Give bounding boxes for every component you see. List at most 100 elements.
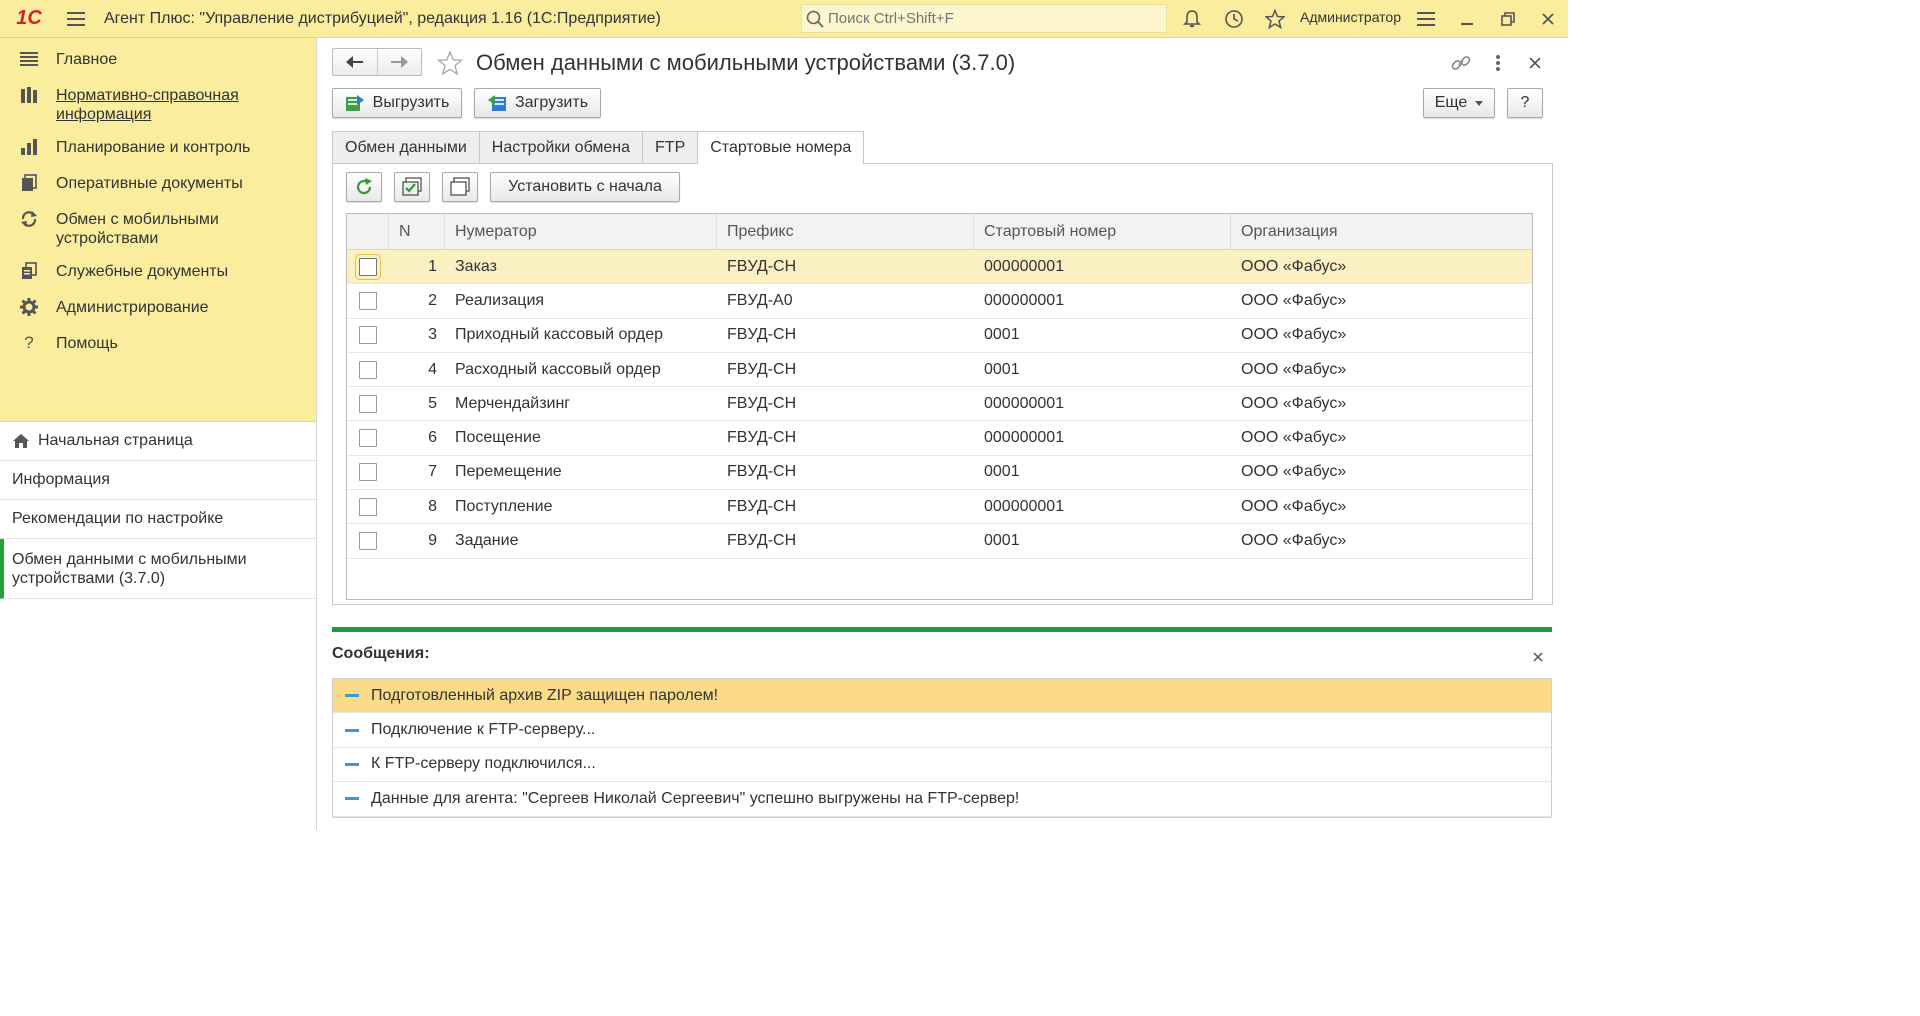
cell-organization[interactable]: ООО «Фабус» xyxy=(1231,387,1532,420)
table-row[interactable]: 3 Приходный кассовый ордер FBУД-СН 0001 ООО … xyxy=(347,319,1532,353)
open-window-recommendations[interactable]: Рекомендации по настройке xyxy=(0,500,316,539)
main-menu-icon[interactable] xyxy=(58,0,94,38)
cell-n[interactable]: 9 xyxy=(389,524,445,557)
cell-start-number[interactable]: 000000001 xyxy=(974,284,1231,317)
cell-prefix[interactable]: FBУД-СН xyxy=(717,319,974,352)
cell-n[interactable]: 6 xyxy=(389,421,445,454)
cell-organization[interactable]: ООО «Фабус» xyxy=(1231,284,1532,317)
cell-n[interactable]: 4 xyxy=(389,353,445,386)
table-row[interactable]: 8 Поступление FBУД-СН 000000001 ООО «Фабус» xyxy=(347,490,1532,525)
sidebar-item-main[interactable]: Главное xyxy=(0,42,316,78)
sidebar-item-planning[interactable]: Планирование и контроль xyxy=(0,130,316,166)
message-item[interactable]: Данные для агента: "Сергеев Николай Серг… xyxy=(333,782,1551,817)
back-button[interactable] xyxy=(333,49,377,75)
cell-organization[interactable]: ООО «Фабус» xyxy=(1231,524,1532,557)
cell-n[interactable]: 3 xyxy=(389,319,445,352)
settings-menu-icon[interactable] xyxy=(1408,0,1444,38)
upload-button[interactable]: Выгрузить xyxy=(332,88,462,118)
check-all-button[interactable] xyxy=(394,172,430,202)
cell-organization[interactable]: ООО «Фабус» xyxy=(1231,353,1532,386)
message-item[interactable]: К FTP-серверу подключился... xyxy=(333,748,1551,783)
row-checkbox-box[interactable] xyxy=(359,463,377,482)
cell-prefix[interactable]: FBУД-А0 xyxy=(717,284,974,317)
table-row[interactable]: 9 Задание FBУД-СН 0001 ООО «Фабус» xyxy=(347,524,1532,559)
history-icon[interactable] xyxy=(1216,0,1252,38)
more-button[interactable]: Еще xyxy=(1423,88,1495,118)
message-item[interactable]: Подключение к FTP-серверу... xyxy=(333,713,1551,748)
close-app-icon[interactable] xyxy=(1530,0,1566,38)
set-from-start-button[interactable]: Установить с начала xyxy=(490,172,680,202)
cell-numerator[interactable]: Приходный кассовый ордер xyxy=(445,319,717,352)
column-header-organization[interactable]: Организация xyxy=(1231,214,1532,250)
refresh-button[interactable] xyxy=(346,172,382,202)
sidebar-item-administration[interactable]: Администрирование xyxy=(0,290,316,326)
cell-start-number[interactable]: 0001 xyxy=(974,319,1231,352)
bell-icon[interactable] xyxy=(1174,0,1210,38)
open-window-information[interactable]: Информация xyxy=(0,461,316,500)
cell-numerator[interactable]: Перемещение xyxy=(445,456,717,489)
sidebar-item-mobile-exchange[interactable]: Обмен с мобильными устройствами xyxy=(0,202,316,254)
cell-start-number[interactable]: 0001 xyxy=(974,456,1231,489)
row-checkbox-box[interactable] xyxy=(359,394,377,413)
row-checkbox-box[interactable] xyxy=(355,253,381,280)
cell-numerator[interactable]: Реализация xyxy=(445,284,717,317)
cell-prefix[interactable]: FBУД-СН xyxy=(717,387,974,420)
cell-n[interactable]: 8 xyxy=(389,490,445,523)
cell-prefix[interactable]: FBУД-СН xyxy=(717,353,974,386)
cell-prefix[interactable]: FBУД-СН xyxy=(717,490,974,523)
close-messages-icon[interactable] xyxy=(1527,646,1549,668)
uncheck-all-button[interactable] xyxy=(442,172,478,202)
cell-organization[interactable]: ООО «Фабус» xyxy=(1231,490,1532,523)
cell-organization[interactable]: ООО «Фабус» xyxy=(1231,250,1532,283)
cell-prefix[interactable]: FBУД-СН xyxy=(717,421,974,454)
cell-numerator[interactable]: Поступление xyxy=(445,490,717,523)
cell-n[interactable]: 1 xyxy=(389,250,445,283)
close-form-icon[interactable] xyxy=(1522,50,1548,76)
favorites-star-icon[interactable] xyxy=(1257,0,1293,38)
cell-start-number[interactable]: 000000001 xyxy=(974,490,1231,523)
table-row[interactable]: 2 Реализация FBУД-А0 000000001 ООО «Фабус» xyxy=(347,284,1532,319)
cell-start-number[interactable]: 0001 xyxy=(974,524,1231,557)
row-checkbox-box[interactable] xyxy=(359,326,377,345)
forward-button[interactable] xyxy=(376,49,421,75)
row-checkbox-box[interactable] xyxy=(359,360,377,379)
cell-organization[interactable]: ООО «Фабус» xyxy=(1231,456,1532,489)
table-row[interactable]: 5 Мерчендайзинг FBУД-СН 000000001 ООО «Фабус… xyxy=(347,387,1532,422)
cell-start-number[interactable]: 000000001 xyxy=(974,387,1231,420)
message-item[interactable]: Подготовленный архив ZIP защищен паролем… xyxy=(333,679,1551,714)
open-window-home[interactable]: Начальная страница xyxy=(0,422,316,461)
cell-organization[interactable]: ООО «Фабус» xyxy=(1231,421,1532,454)
tab-ftp[interactable]: FTP xyxy=(642,131,699,163)
minimize-icon[interactable] xyxy=(1449,0,1485,38)
more-actions-icon[interactable] xyxy=(1485,50,1511,76)
cell-start-number[interactable]: 000000001 xyxy=(974,250,1231,283)
row-checkbox-box[interactable] xyxy=(359,429,377,448)
user-name[interactable]: Администратор xyxy=(1300,9,1401,25)
cell-numerator[interactable]: Посещение xyxy=(445,421,717,454)
row-checkbox-box[interactable] xyxy=(359,497,377,516)
cell-start-number[interactable]: 0001 xyxy=(974,353,1231,386)
cell-prefix[interactable]: FBУД-СН xyxy=(717,456,974,489)
restore-window-icon[interactable] xyxy=(1490,0,1526,38)
cell-numerator[interactable]: Мерчендайзинг xyxy=(445,387,717,420)
table-row[interactable]: 4 Расходный кассовый ордер FBУД-СН 0001 ООО … xyxy=(347,353,1532,388)
link-icon[interactable] xyxy=(1448,50,1474,76)
open-window-mobile-exchange[interactable]: Обмен данными с мобильными устройствами … xyxy=(0,539,316,599)
cell-prefix[interactable]: FBУД-СН xyxy=(717,524,974,557)
cell-start-number[interactable]: 000000001 xyxy=(974,421,1231,454)
column-header-numerator[interactable]: Нумератор xyxy=(445,214,717,250)
cell-prefix[interactable]: FBУД-СН xyxy=(717,250,974,283)
tab-start-numbers[interactable]: Стартовые номера xyxy=(697,131,865,164)
sidebar-item-service-docs[interactable]: Служебные документы xyxy=(0,254,316,290)
column-header-n[interactable]: N xyxy=(389,214,445,250)
help-button[interactable]: ? xyxy=(1507,88,1543,118)
table-row[interactable]: 7 Перемещение FBУД-СН 0001 ООО «Фабус» xyxy=(347,456,1532,491)
tab-data-exchange[interactable]: Обмен данными xyxy=(332,131,480,163)
column-header-prefix[interactable]: Префикс xyxy=(717,214,974,250)
cell-numerator[interactable]: Заказ xyxy=(445,250,717,283)
table-row[interactable]: 1 Заказ FBУД-СН 000000001 ООО «Фабус» xyxy=(347,250,1532,285)
add-favorite-star-icon[interactable] xyxy=(435,48,465,78)
download-button[interactable]: Загрузить xyxy=(474,88,601,118)
sidebar-item-reference[interactable]: Нормативно-справочная информация xyxy=(0,78,316,130)
cell-n[interactable]: 2 xyxy=(389,284,445,317)
